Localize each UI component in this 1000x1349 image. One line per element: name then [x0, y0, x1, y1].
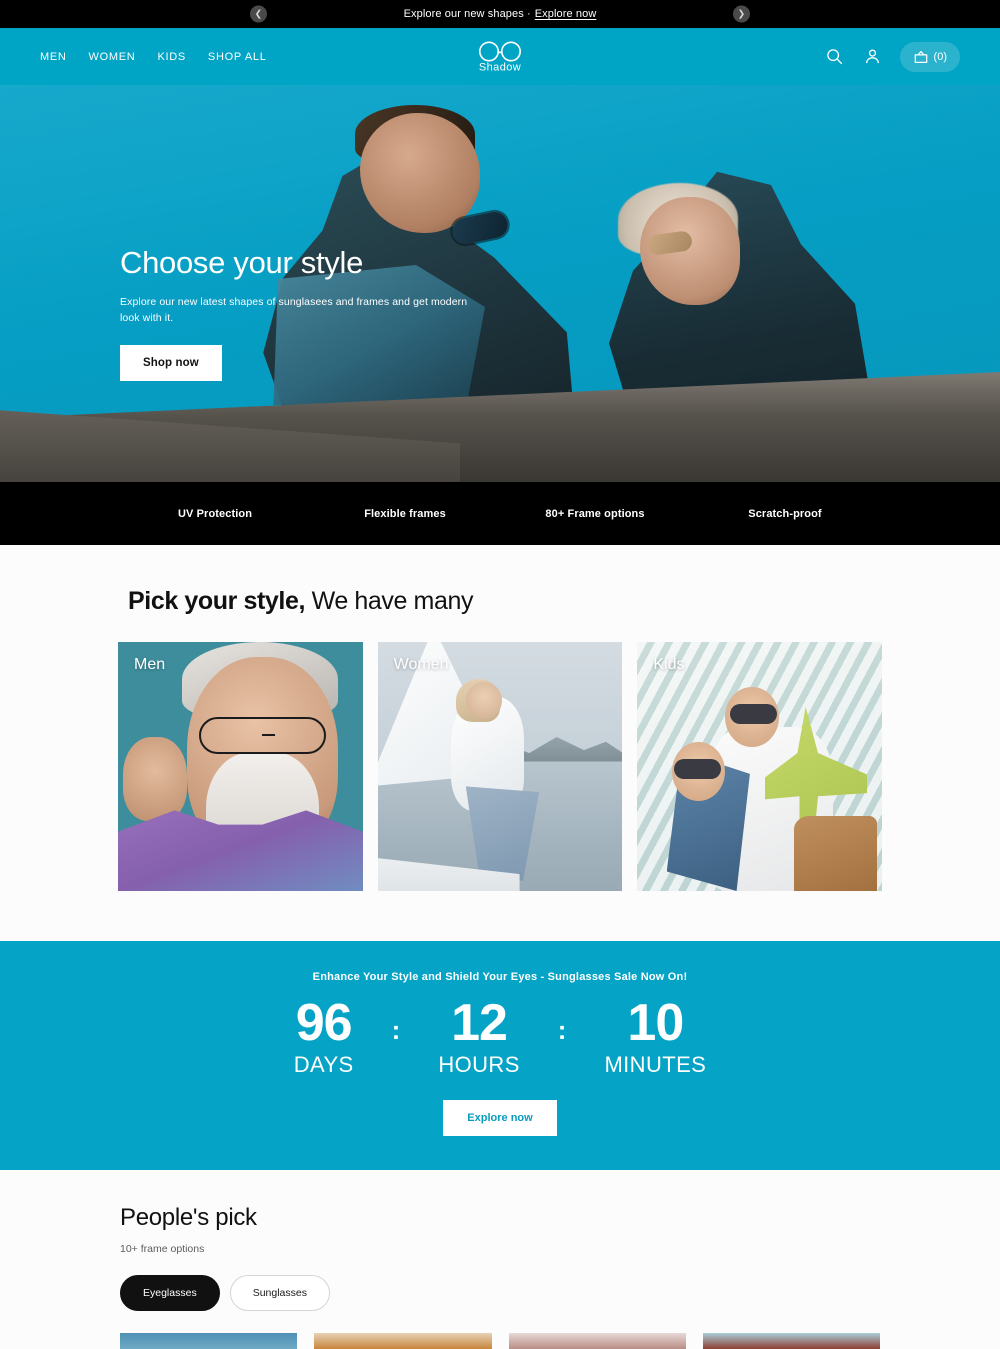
- category-image-men: [118, 642, 363, 891]
- header-actions: (0): [824, 41, 960, 72]
- cart-button[interactable]: (0): [899, 41, 960, 72]
- pick-heading-regular: We have many: [305, 587, 474, 615]
- product-image: [702, 1333, 880, 1349]
- search-icon[interactable]: [824, 46, 846, 68]
- hero-title: Choose your style: [120, 245, 364, 280]
- features-bar: UV Protection Flexible frames 80+ Frame …: [0, 482, 1000, 545]
- product-image: [314, 1333, 492, 1349]
- feature-flexible-frames: Flexible frames: [364, 507, 446, 520]
- pick-heading-bold: Pick your style,: [128, 587, 306, 615]
- category-image-kids: [637, 642, 883, 891]
- category-label-women: Women: [393, 656, 449, 673]
- countdown-separator-2: :: [557, 1015, 567, 1045]
- cart-count-label: (0): [933, 50, 947, 63]
- pick-section-heading: Pick your style, We have many: [0, 587, 1000, 616]
- product-image: [120, 1333, 298, 1349]
- countdown-banner-text: Enhance Your Style and Shield Your Eyes …: [312, 971, 688, 983]
- countdown-timer: 96 DAYS : 12 HOURS : 10 MINUTES: [0, 997, 1000, 1078]
- pick-your-style-section: Pick your style, We have many Men Women: [0, 545, 1000, 941]
- tab-sunglasses[interactable]: Sunglasses: [229, 1275, 330, 1311]
- nav-item-shop-all[interactable]: SHOP ALL: [208, 51, 267, 63]
- countdown-unit-minutes: 10 MINUTES: [604, 997, 706, 1078]
- feature-scratch-proof: Scratch-proof: [748, 507, 822, 520]
- product-card-grid: [0, 1311, 1000, 1349]
- tab-eyeglasses[interactable]: Eyeglasses: [120, 1275, 220, 1311]
- countdown-minutes-value: 10: [627, 994, 684, 1052]
- countdown-explore-now-button[interactable]: Explore now: [443, 1100, 557, 1136]
- nav-item-kids[interactable]: KIDS: [157, 51, 185, 63]
- product-card[interactable]: [508, 1333, 686, 1349]
- category-card-grid: Men Women Kids: [0, 642, 1000, 891]
- feature-frame-options: 80+ Frame options: [545, 507, 645, 520]
- sale-countdown-section: Enhance Your Style and Shield Your Eyes …: [0, 941, 1000, 1170]
- product-image: [508, 1333, 686, 1349]
- announcement-text: Explore our new shapes · Explore now: [404, 8, 597, 20]
- announcement-link[interactable]: Explore now: [535, 8, 597, 20]
- peoples-pick-title: People's pick: [120, 1204, 257, 1231]
- cart-icon: [914, 50, 927, 63]
- peoples-pick-section: People's pick 10+ frame options Eyeglass…: [0, 1170, 1000, 1349]
- hero-banner: Choose your style Explore our new latest…: [0, 85, 1000, 482]
- peoples-pick-filter-tabs: Eyeglasses Sunglasses: [0, 1275, 1000, 1311]
- product-card[interactable]: [314, 1333, 492, 1349]
- shop-now-button[interactable]: Shop now: [120, 345, 222, 382]
- main-navigation: MEN WOMEN KIDS SHOP ALL: [40, 51, 267, 63]
- chevron-right-icon[interactable]: ❯: [733, 5, 750, 23]
- category-image-women: [377, 642, 623, 891]
- logo-wordmark: Shadow: [478, 61, 522, 73]
- hero-subtitle: Explore our new latest shapes of sunglas…: [120, 295, 468, 325]
- feature-uv-protection: UV Protection: [177, 507, 253, 520]
- category-card-men[interactable]: Men: [118, 642, 363, 891]
- user-account-icon[interactable]: [862, 46, 884, 68]
- countdown-hours-value: 12: [451, 994, 508, 1052]
- peoples-pick-subtitle: 10+ frame options: [120, 1243, 205, 1255]
- chevron-left-icon[interactable]: ❮: [250, 5, 267, 23]
- category-card-women[interactable]: Women: [377, 642, 623, 891]
- countdown-days-label: DAYS: [293, 1052, 354, 1077]
- category-label-kids: Kids: [653, 656, 685, 673]
- countdown-separator-1: :: [391, 1015, 401, 1045]
- category-label-men: Men: [134, 656, 166, 673]
- countdown-unit-days: 96 DAYS: [294, 997, 354, 1078]
- announcement-message: Explore our new shapes ·: [403, 8, 531, 20]
- countdown-unit-hours: 12 HOURS: [438, 997, 519, 1078]
- countdown-minutes-label: MINUTES: [604, 1052, 707, 1077]
- hero-content: Choose your style Explore our new latest…: [120, 245, 500, 382]
- site-header: MEN WOMEN KIDS SHOP ALL Shadow (0): [0, 28, 1000, 85]
- site-logo[interactable]: Shadow: [478, 40, 522, 73]
- nav-item-women[interactable]: WOMEN: [89, 51, 136, 63]
- nav-item-men[interactable]: MEN: [40, 51, 67, 63]
- product-card[interactable]: [120, 1333, 298, 1349]
- countdown-days-value: 96: [295, 994, 353, 1052]
- glasses-logo-icon: [479, 41, 521, 61]
- category-card-kids[interactable]: Kids: [637, 642, 883, 891]
- countdown-hours-label: HOURS: [438, 1052, 520, 1077]
- announcement-bar: ❮ Explore our new shapes · Explore now ❯: [0, 0, 1000, 28]
- product-card[interactable]: [702, 1333, 880, 1349]
